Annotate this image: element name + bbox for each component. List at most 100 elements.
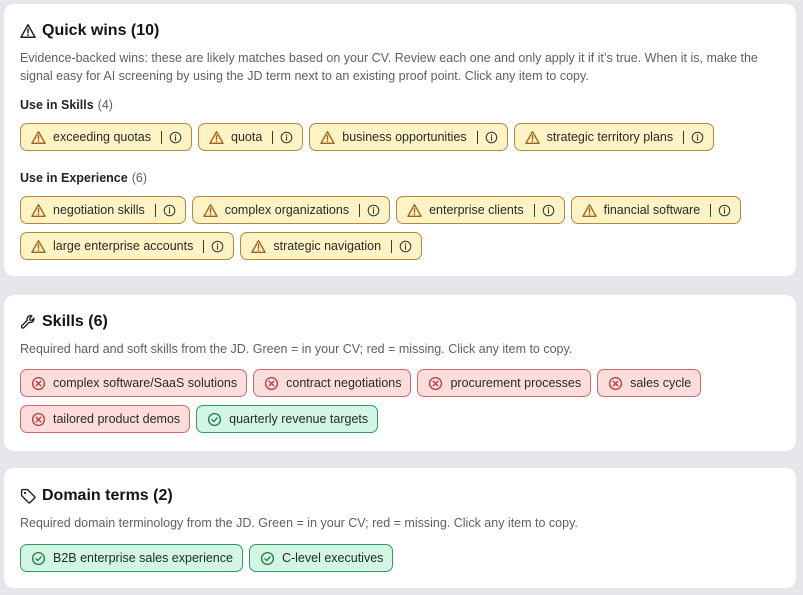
quick-win-chip[interactable]: strategic navigation (240, 232, 423, 260)
warning-icon (407, 203, 422, 218)
chip-divider (359, 203, 361, 217)
use-in-experience-count: (6) (131, 171, 147, 185)
use-in-experience-chips-row-1: negotiation skills complex organizations… (20, 196, 742, 224)
use-in-skills-label: Use in Skills (20, 98, 94, 112)
missing-skill-chip[interactable]: tailored product demos (20, 405, 191, 433)
quick-win-chip[interactable]: complex organizations (191, 196, 391, 224)
check-circle-icon (207, 412, 222, 427)
quick-wins-title: Quick wins (10) (42, 22, 160, 39)
missing-x-circle-icon (608, 376, 623, 391)
skills-description: Required hard and soft skills from the J… (20, 342, 573, 356)
domain-terms-header: Domain terms (2) (20, 487, 173, 505)
tag-icon (20, 488, 36, 504)
info-icon[interactable] (691, 131, 704, 144)
chip-label: sales cycle (630, 376, 692, 390)
use-in-skills-heading: Use in Skills (4) (20, 98, 113, 112)
chip-divider (272, 130, 274, 144)
skills-chips-row-1: complex software/SaaS solutions contract… (20, 369, 702, 397)
chip-label: contract negotiations (286, 376, 402, 390)
chip-divider (161, 130, 162, 144)
warning-icon (524, 130, 540, 145)
missing-x-circle-icon (428, 376, 443, 391)
chip-label: complex organizations (224, 203, 350, 217)
info-icon[interactable] (367, 204, 380, 217)
info-icon[interactable] (399, 240, 412, 253)
chip-divider (683, 130, 685, 144)
warning-icon (320, 130, 336, 145)
domain-terms-chips: B2B enterprise sales experience C-level … (20, 544, 394, 572)
page: Quick wins (10) Evidence-backed wins: th… (0, 0, 803, 595)
domain-terms-description: Required domain terminology from the JD.… (20, 516, 578, 530)
info-icon[interactable] (542, 204, 555, 217)
warning-icon (251, 239, 267, 254)
chip-label: financial software (603, 203, 701, 217)
chip-label: exceeding quotas (53, 130, 151, 144)
chip-label: large enterprise accounts (53, 239, 194, 253)
missing-x-circle-icon (31, 376, 46, 391)
warning-icon (209, 130, 224, 145)
info-icon[interactable] (211, 240, 224, 253)
warning-icon (31, 239, 46, 254)
missing-skill-chip[interactable]: sales cycle (597, 369, 702, 397)
quick-win-chip[interactable]: business opportunities (309, 123, 508, 151)
missing-skill-chip[interactable]: complex software/SaaS solutions (20, 369, 248, 397)
info-icon[interactable] (163, 204, 176, 217)
warning-icon (31, 203, 46, 218)
missing-skill-chip[interactable]: contract negotiations (253, 369, 412, 397)
quick-win-chip[interactable]: enterprise clients (396, 196, 565, 224)
chip-label: B2B enterprise sales experience (53, 551, 233, 565)
quick-wins-description: Evidence-backed wins: these are likely m… (20, 51, 758, 83)
info-icon[interactable] (280, 131, 293, 144)
domain-terms-title: Domain terms (2) (42, 487, 173, 504)
chip-label: procurement processes (450, 376, 582, 390)
chip-divider (154, 203, 156, 217)
skills-chips-row-2: tailored product demos quarterly revenue… (20, 405, 379, 433)
wrench-icon (20, 314, 36, 330)
quick-win-chip[interactable]: financial software (570, 196, 742, 224)
chip-divider (391, 239, 393, 253)
info-icon[interactable] (485, 131, 498, 144)
chip-label: quarterly revenue targets (229, 412, 369, 426)
check-circle-icon (260, 551, 275, 566)
chip-label: complex software/SaaS solutions (53, 376, 238, 390)
warning-icon (31, 130, 46, 145)
use-in-skills-chips: exceeding quotas quota business opportun… (20, 123, 715, 151)
skills-header: Skills (6) (20, 313, 108, 331)
present-skill-chip[interactable]: quarterly revenue targets (196, 405, 379, 433)
chip-label: negotiation skills (53, 203, 145, 217)
check-circle-icon (31, 551, 46, 566)
missing-x-circle-icon (264, 376, 279, 391)
quick-win-chip[interactable]: large enterprise accounts (20, 232, 235, 260)
chip-divider (476, 130, 478, 144)
quick-win-chip[interactable]: exceeding quotas (20, 123, 192, 151)
use-in-experience-label: Use in Experience (20, 171, 128, 185)
skills-title: Skills (6) (42, 313, 108, 330)
chip-label: tailored product demos (53, 412, 181, 426)
missing-x-circle-icon (31, 412, 46, 427)
chip-label: business opportunities (342, 130, 467, 144)
quick-wins-header: Quick wins (10) (20, 22, 159, 40)
missing-skill-chip[interactable]: procurement processes (417, 369, 592, 397)
quick-win-chip[interactable]: negotiation skills (20, 196, 186, 224)
domain-terms-card: Domain terms (2) Required domain termino… (4, 468, 796, 588)
chip-divider (710, 203, 712, 217)
present-domain-term-chip[interactable]: C-level executives (248, 544, 394, 572)
use-in-experience-chips-row-2: large enterprise accounts strategic navi… (20, 232, 423, 260)
chip-label: strategic territory plans (546, 130, 674, 144)
quick-win-chip[interactable]: quota (198, 123, 304, 151)
warning-icon (202, 203, 218, 218)
chip-label: C-level executives (281, 551, 384, 565)
info-icon[interactable] (169, 131, 182, 144)
info-icon[interactable] (718, 204, 731, 217)
use-in-skills-count: (4) (97, 98, 113, 112)
skills-card: Skills (6) Required hard and soft skills… (4, 295, 796, 451)
present-domain-term-chip[interactable]: B2B enterprise sales experience (20, 544, 243, 572)
warning-icon (581, 203, 597, 218)
quick-win-chip[interactable]: strategic territory plans (513, 123, 715, 151)
chip-label: quota (231, 130, 263, 144)
chip-divider (203, 239, 205, 253)
chip-label: enterprise clients (429, 203, 524, 217)
quick-wins-card: Quick wins (10) Evidence-backed wins: th… (4, 4, 796, 276)
chip-divider (533, 203, 535, 217)
warning-triangle-icon (20, 23, 36, 39)
